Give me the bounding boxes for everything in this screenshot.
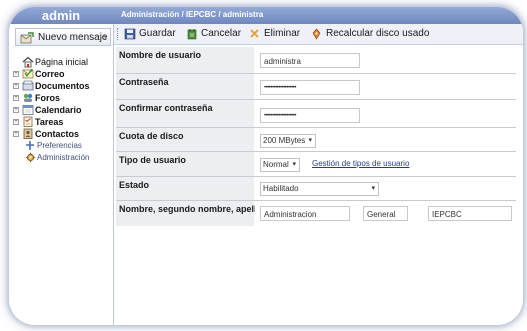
content-empty-area [114,305,523,325]
status-value: Habilitado [263,184,299,193]
username-input[interactable]: administra [260,53,360,68]
sidebar-item-preferencias[interactable]: Preferencias [13,140,113,152]
sidebar-item-label: Contactos [35,129,80,139]
user-form: Nombre de usuario administra Contraseña … [116,47,516,226]
password-cell: •••••••••••••••••••• [255,74,516,99]
row-full-name: Nombre, segundo nombre, apellido Adminis… [116,201,516,226]
sidebar-item-label: Administración [37,153,90,162]
dropdown-arrow-icon: ▾ [371,185,375,192]
user-type-cell: Normal ▾ Gestión de tipos de usuario [255,152,516,176]
recalculate-disk-label: Recalcular disco usado [326,28,430,39]
sidebar-item-label: Tareas [35,117,64,127]
app-window: admin Administración / IEPCBC / administ… [9,7,523,325]
manage-user-types-link[interactable]: Gestión de tipos de usuario [312,159,409,168]
row-user-type: Tipo de usuario Normal ▾ Gestión de tipo… [116,152,516,177]
password-input[interactable]: •••••••••••••••••••• [260,80,360,95]
row-username: Nombre de usuario administra [116,47,516,74]
row-password: Contraseña •••••••••••••••••••• [116,74,516,100]
row-confirm-password: Confirmar contraseña •••••••••••••••••••… [116,100,516,128]
sidebar-item-pagina-inicial[interactable]: Página inicial [13,56,113,68]
new-message-button[interactable]: Nuevo mensaje › [15,28,111,46]
last-name-input[interactable]: IEPCBC [428,206,512,221]
sidebar-item-tareas[interactable]: + Tareas [13,116,113,128]
sidebar-item-label: Preferencias [37,141,82,150]
expand-icon[interactable]: + [13,131,19,137]
status-select[interactable]: Habilitado ▾ [260,182,379,196]
sidebar: Nuevo mensaje › Página inicial + Correo … [9,24,114,325]
toolbar: Guardar Cancelar Eliminar Recalcular dis… [114,24,523,45]
user-type-value: Normal [263,160,289,169]
sidebar-item-label: Correo [35,69,65,79]
sidebar-item-calendario[interactable]: + Calendario [13,104,113,116]
status-cell: Habilitado ▾ [255,177,516,200]
confirm-password-cell: •••••••••••••••••••• [255,100,516,127]
cancel-icon [186,28,198,45]
title-bar: admin Administración / IEPCBC / administ… [9,7,523,24]
sidebar-item-label: Documentos [35,81,90,91]
recalculate-disk-button[interactable]: Recalcular disco usado [311,27,451,41]
sidebar-item-label: Página inicial [35,57,89,67]
row-disk-quota: Cuota de disco 200 MBytes ▾ [116,128,516,152]
user-type-select[interactable]: Normal ▾ [260,158,300,172]
username-label: Nombre de usuario [116,47,254,73]
expand-icon[interactable]: + [13,71,19,77]
confirm-password-label: Confirmar contraseña [116,100,254,127]
disk-usage-icon [311,28,322,45]
compose-icon [20,32,34,51]
sidebar-item-label: Calendario [35,105,82,115]
navigation-tree: Página inicial + Correo + Documentos + F… [13,56,113,164]
cancel-label: Cancelar [201,28,242,39]
breadcrumb: Administración / IEPCBC / administra [121,10,264,19]
save-label: Guardar [139,28,176,39]
user-type-label: Tipo de usuario [116,152,254,176]
delete-label: Eliminar [264,28,301,39]
expand-icon[interactable]: + [13,107,19,113]
confirm-password-input[interactable]: •••••••••••••••••••• [260,108,360,123]
sidebar-item-foros[interactable]: + Foros [13,92,113,104]
expand-icon[interactable]: + [13,95,19,101]
disk-quota-label: Cuota de disco [116,128,254,151]
full-name-cell: Administracion General IEPCBC [255,201,516,226]
account-title: admin [41,8,81,23]
sidebar-item-correo[interactable]: + Correo [13,68,113,80]
chevron-right-icon: › [103,32,107,43]
dropdown-arrow-icon: ▾ [308,137,312,144]
status-label: Estado [116,177,254,200]
sidebar-item-documentos[interactable]: + Documentos [13,80,113,92]
save-button[interactable]: Guardar [124,27,180,41]
expand-icon[interactable]: + [13,119,19,125]
disk-quota-cell: 200 MBytes ▾ [255,128,516,151]
full-name-label: Nombre, segundo nombre, apellido [116,201,270,226]
new-message-label: Nuevo mensaje [38,32,108,43]
save-icon [124,28,136,45]
delete-icon [249,28,260,44]
middle-name-input[interactable]: General [363,206,408,221]
row-status: Estado Habilitado ▾ [116,177,516,201]
username-cell: administra [255,47,516,73]
expand-icon[interactable]: + [13,83,19,89]
sidebar-item-administracion[interactable]: Administración [13,152,113,164]
cancel-button[interactable]: Cancelar [186,27,246,41]
delete-button[interactable]: Eliminar [249,27,305,41]
dropdown-arrow-icon: ▾ [292,161,296,168]
disk-quota-value: 200 MBytes [263,136,306,145]
disk-quota-select[interactable]: 200 MBytes ▾ [260,134,316,148]
sidebar-item-label: Foros [35,93,61,103]
sidebar-item-contactos[interactable]: + Contactos [13,128,113,140]
password-label: Contraseña [116,74,254,99]
admin-icon [25,152,36,166]
first-name-input[interactable]: Administracion [260,206,350,221]
toolbar-grip [117,28,120,40]
